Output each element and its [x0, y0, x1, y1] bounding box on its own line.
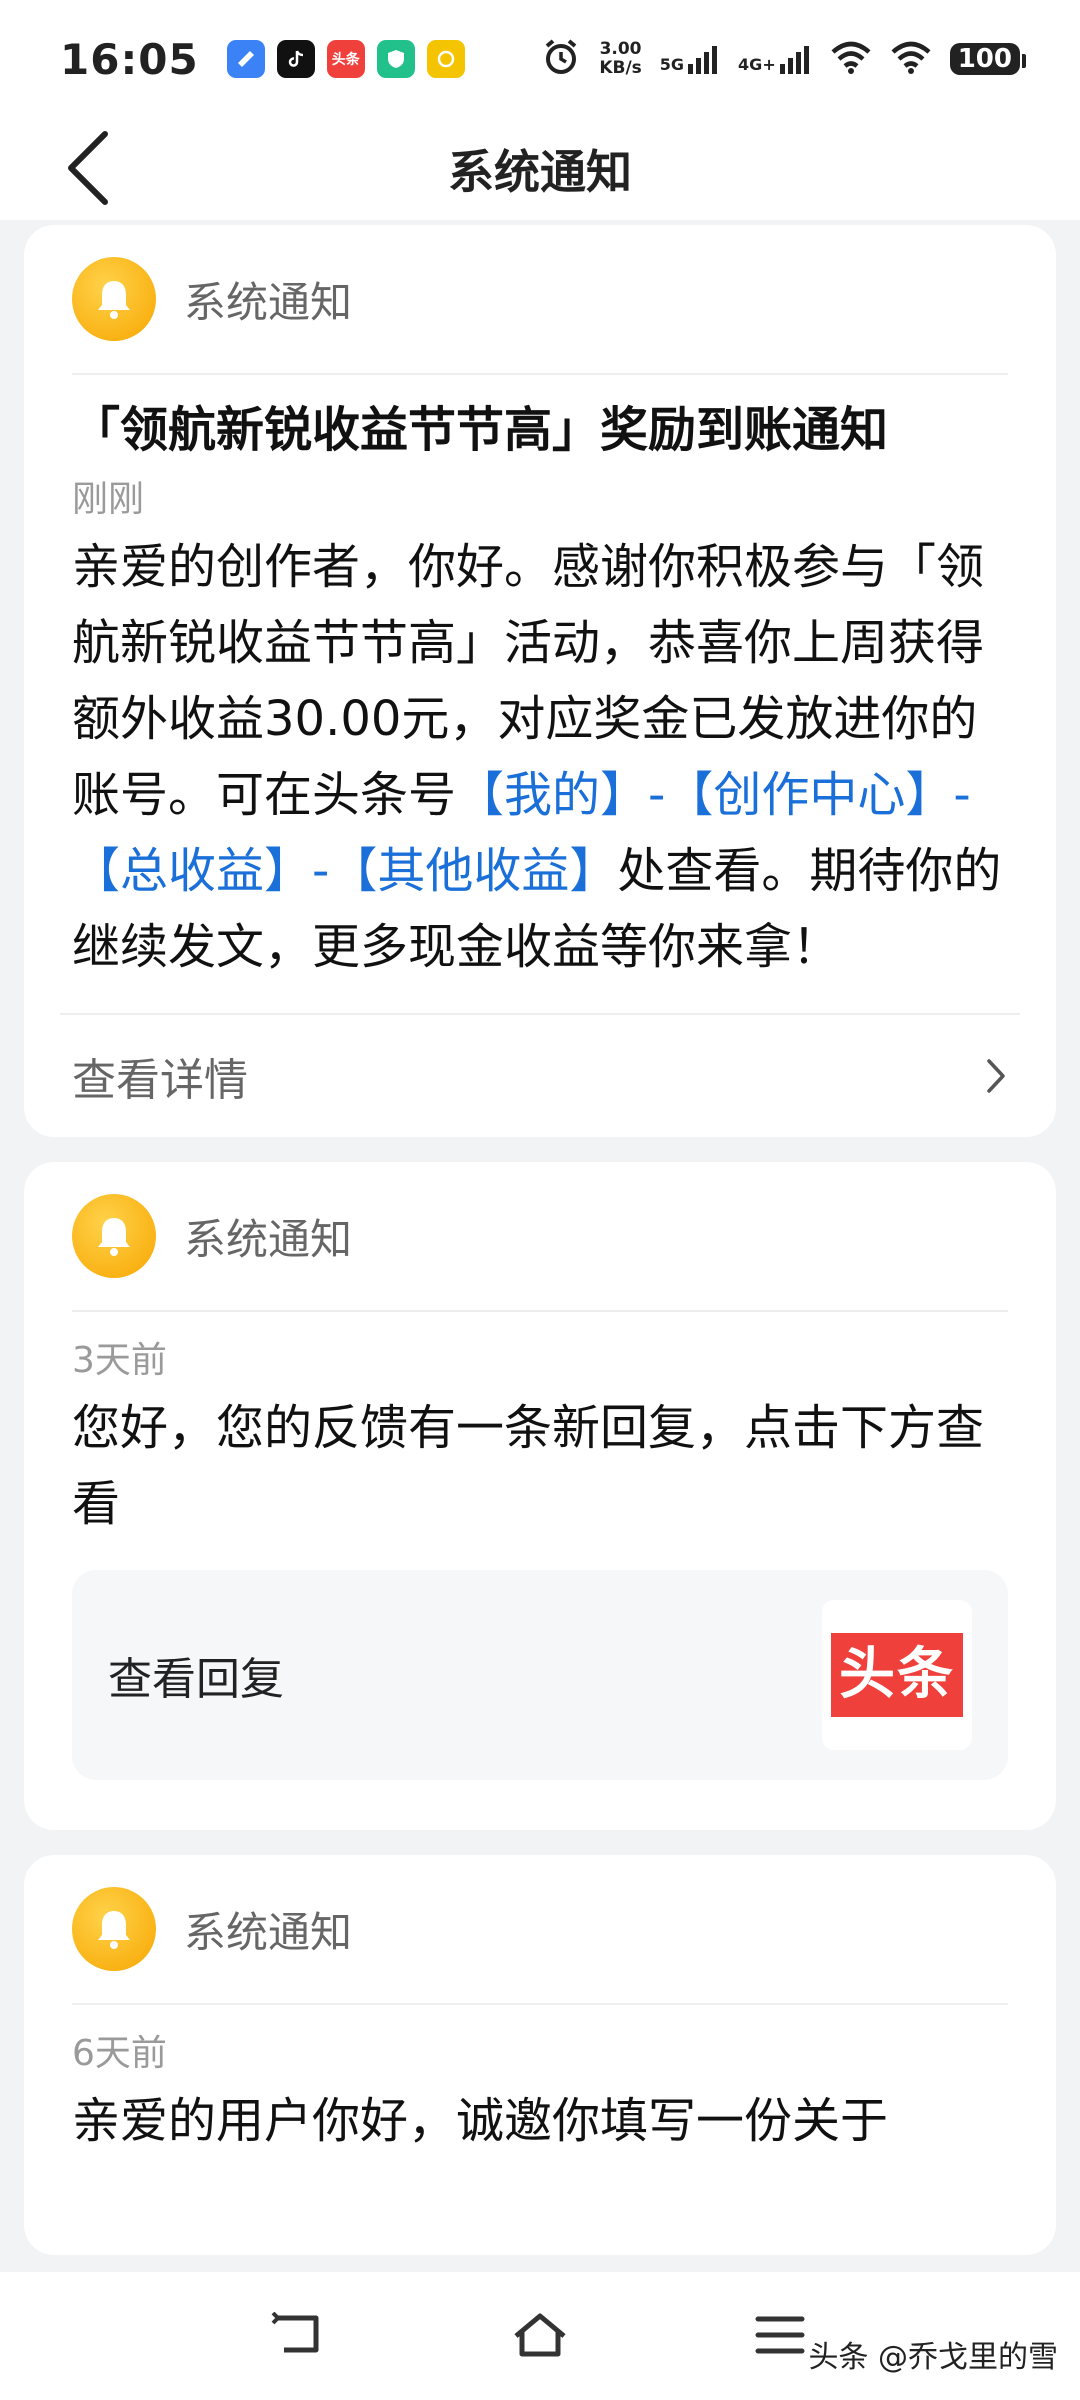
signal-bars-icon — [779, 46, 809, 74]
battery-indicator: 100 — [949, 43, 1027, 75]
notification-body: 亲爱的用户你好，诚邀你填写一份关于 — [72, 2093, 889, 2149]
link-my[interactable]: 【我的】 — [456, 767, 648, 823]
chevron-right-icon — [987, 1059, 1005, 1093]
status-app-icons: 头条 — [226, 40, 465, 78]
notification-card[interactable]: 系统通知 3天前 您好，您的反馈有一条新回复，点击下方查看 查看回复 头条 — [24, 1162, 1056, 1830]
view-reply-button[interactable]: 查看回复 头条 — [72, 1570, 1008, 1780]
back-button[interactable] — [48, 128, 128, 208]
notification-list: 系统通知 「领航新锐收益节节高」奖励到账通知 刚刚 亲爱的创作者，你好。感谢你积… — [24, 225, 1056, 2280]
toutiao-icon: 头条 — [326, 40, 365, 78]
back-arrow-icon — [271, 2312, 319, 2353]
notification-time: 3天前 — [72, 1340, 167, 1381]
shield-icon — [376, 40, 415, 78]
bell-icon — [72, 257, 156, 341]
notification-body: 亲爱的创作者，你好。感谢你积极参与「领航新锐收益节节高」活动，恭喜你上周获得额外… — [72, 539, 1002, 975]
card-header: 系统通知 — [72, 1162, 1008, 1312]
alarm-icon — [541, 37, 581, 81]
signal-bars-icon — [688, 46, 718, 74]
view-reply-label: 查看回复 — [108, 1654, 284, 1705]
link-creation-center[interactable]: 【创作中心】 — [665, 767, 953, 823]
chevron-left-icon — [68, 131, 108, 205]
status-time: 16:05 — [60, 34, 199, 84]
link-total-earnings[interactable]: 【总收益】 — [72, 843, 312, 899]
page-title: 系统通知 — [448, 145, 632, 199]
notification-card[interactable]: 系统通知 「领航新锐收益节节高」奖励到账通知 刚刚 亲爱的创作者，你好。感谢你积… — [24, 225, 1056, 1137]
wifi-icon-2 — [890, 40, 932, 78]
home-icon — [514, 2313, 566, 2357]
notification-title: 「领航新锐收益节节高」奖励到账通知 — [72, 402, 889, 458]
notification-card[interactable]: 系统通知 6天前 亲爱的用户你好，诚邀你填写一份关于 — [24, 1855, 1056, 2255]
view-details-label: 查看详情 — [72, 1055, 248, 1106]
watermark: 头条 @乔戈里的雪 — [808, 2340, 1058, 2375]
card-header: 系统通知 — [72, 1855, 1008, 2005]
status-bar: 16:05 头条 3.00 KB/s 5G 4G+ 100 — [0, 0, 1080, 118]
notification-time: 6天前 — [72, 2033, 167, 2074]
signal-sim1: 5G — [660, 44, 720, 74]
mail-icon — [226, 40, 265, 78]
status-indicators: 3.00 KB/s 5G 4G+ 100 — [541, 37, 1027, 81]
nav-bar: 系统通知 — [0, 118, 1080, 220]
toutiao-logo: 头条 — [822, 1600, 972, 1750]
back-nav-button[interactable] — [258, 2300, 338, 2370]
card-header: 系统通知 — [72, 225, 1008, 375]
link-other-earnings[interactable]: 【其他收益】 — [329, 843, 617, 899]
signal-sim2: 4G+ — [738, 44, 812, 74]
hand-icon — [426, 40, 465, 78]
bell-icon — [72, 1887, 156, 1971]
notification-source: 系统通知 — [184, 277, 353, 327]
notification-source: 系统通知 — [184, 1214, 353, 1264]
system-nav-bar: 头条 @乔戈里的雪 — [0, 2272, 1080, 2400]
notification-source: 系统通知 — [184, 1907, 353, 1957]
bell-icon — [72, 1194, 156, 1278]
wifi-icon — [830, 40, 872, 78]
notification-body: 您好，您的反馈有一条新回复，点击下方查看 — [72, 1400, 985, 1532]
menu-icon — [755, 2316, 805, 2354]
view-details-row[interactable]: 查看详情 — [60, 1013, 1020, 1137]
notification-page: 16:05 头条 3.00 KB/s 5G 4G+ 100 系统通知 系统通知 … — [0, 0, 1080, 2400]
tiktok-icon — [276, 40, 315, 78]
home-nav-button[interactable] — [500, 2300, 580, 2370]
notification-time: 刚刚 — [72, 479, 145, 520]
net-speed: 3.00 KB/s — [599, 39, 642, 78]
